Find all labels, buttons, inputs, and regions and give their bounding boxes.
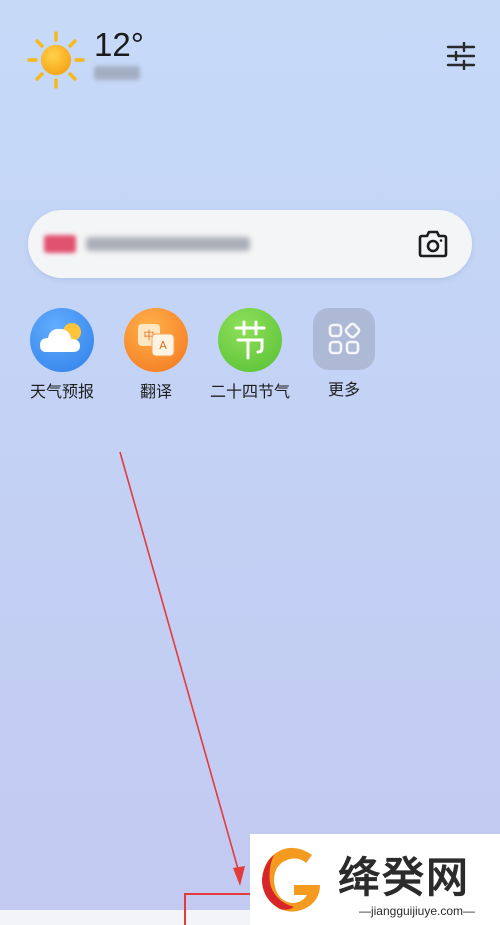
app-label: 更多 — [327, 380, 360, 399]
more-apps-icon — [313, 308, 375, 370]
annotation-arrow — [119, 451, 245, 886]
solar-terms-icon — [218, 308, 282, 372]
search-bar[interactable] — [28, 210, 472, 278]
translate-icon: 中 A — [124, 308, 188, 372]
app-solar-terms[interactable]: 二十四节气 — [200, 308, 300, 402]
watermark-title: 绛癸网 — [338, 853, 471, 902]
app-more[interactable]: 更多 — [294, 308, 394, 400]
sliders-icon[interactable] — [446, 42, 476, 70]
sun-icon — [27, 31, 85, 89]
search-engine-logo-redacted — [44, 235, 76, 253]
weather-widget[interactable]: 12° — [26, 26, 166, 89]
watermark-logo — [262, 847, 320, 912]
temperature: 12° — [94, 26, 144, 63]
weather-cloud-icon — [30, 308, 94, 372]
app-label: 天气预报 — [29, 382, 94, 401]
app-shortcuts: 天气预报 中 A 翻译 二十四节气 更多 — [0, 308, 500, 408]
app-translate[interactable]: 中 A 翻译 — [106, 308, 206, 402]
search-placeholder-redacted — [86, 237, 250, 251]
app-weather-forecast[interactable]: 天气预报 — [12, 308, 112, 402]
watermark-url: —jiangguijiuye.com— — [358, 904, 476, 918]
annotation-box — [184, 893, 254, 925]
svg-text:A: A — [159, 339, 167, 352]
camera-icon[interactable] — [418, 230, 448, 258]
location-redacted — [94, 66, 140, 80]
watermark: 绛癸网 —jiangguijiuye.com— — [250, 834, 500, 925]
app-label: 二十四节气 — [209, 382, 290, 401]
app-label: 翻译 — [139, 382, 172, 401]
